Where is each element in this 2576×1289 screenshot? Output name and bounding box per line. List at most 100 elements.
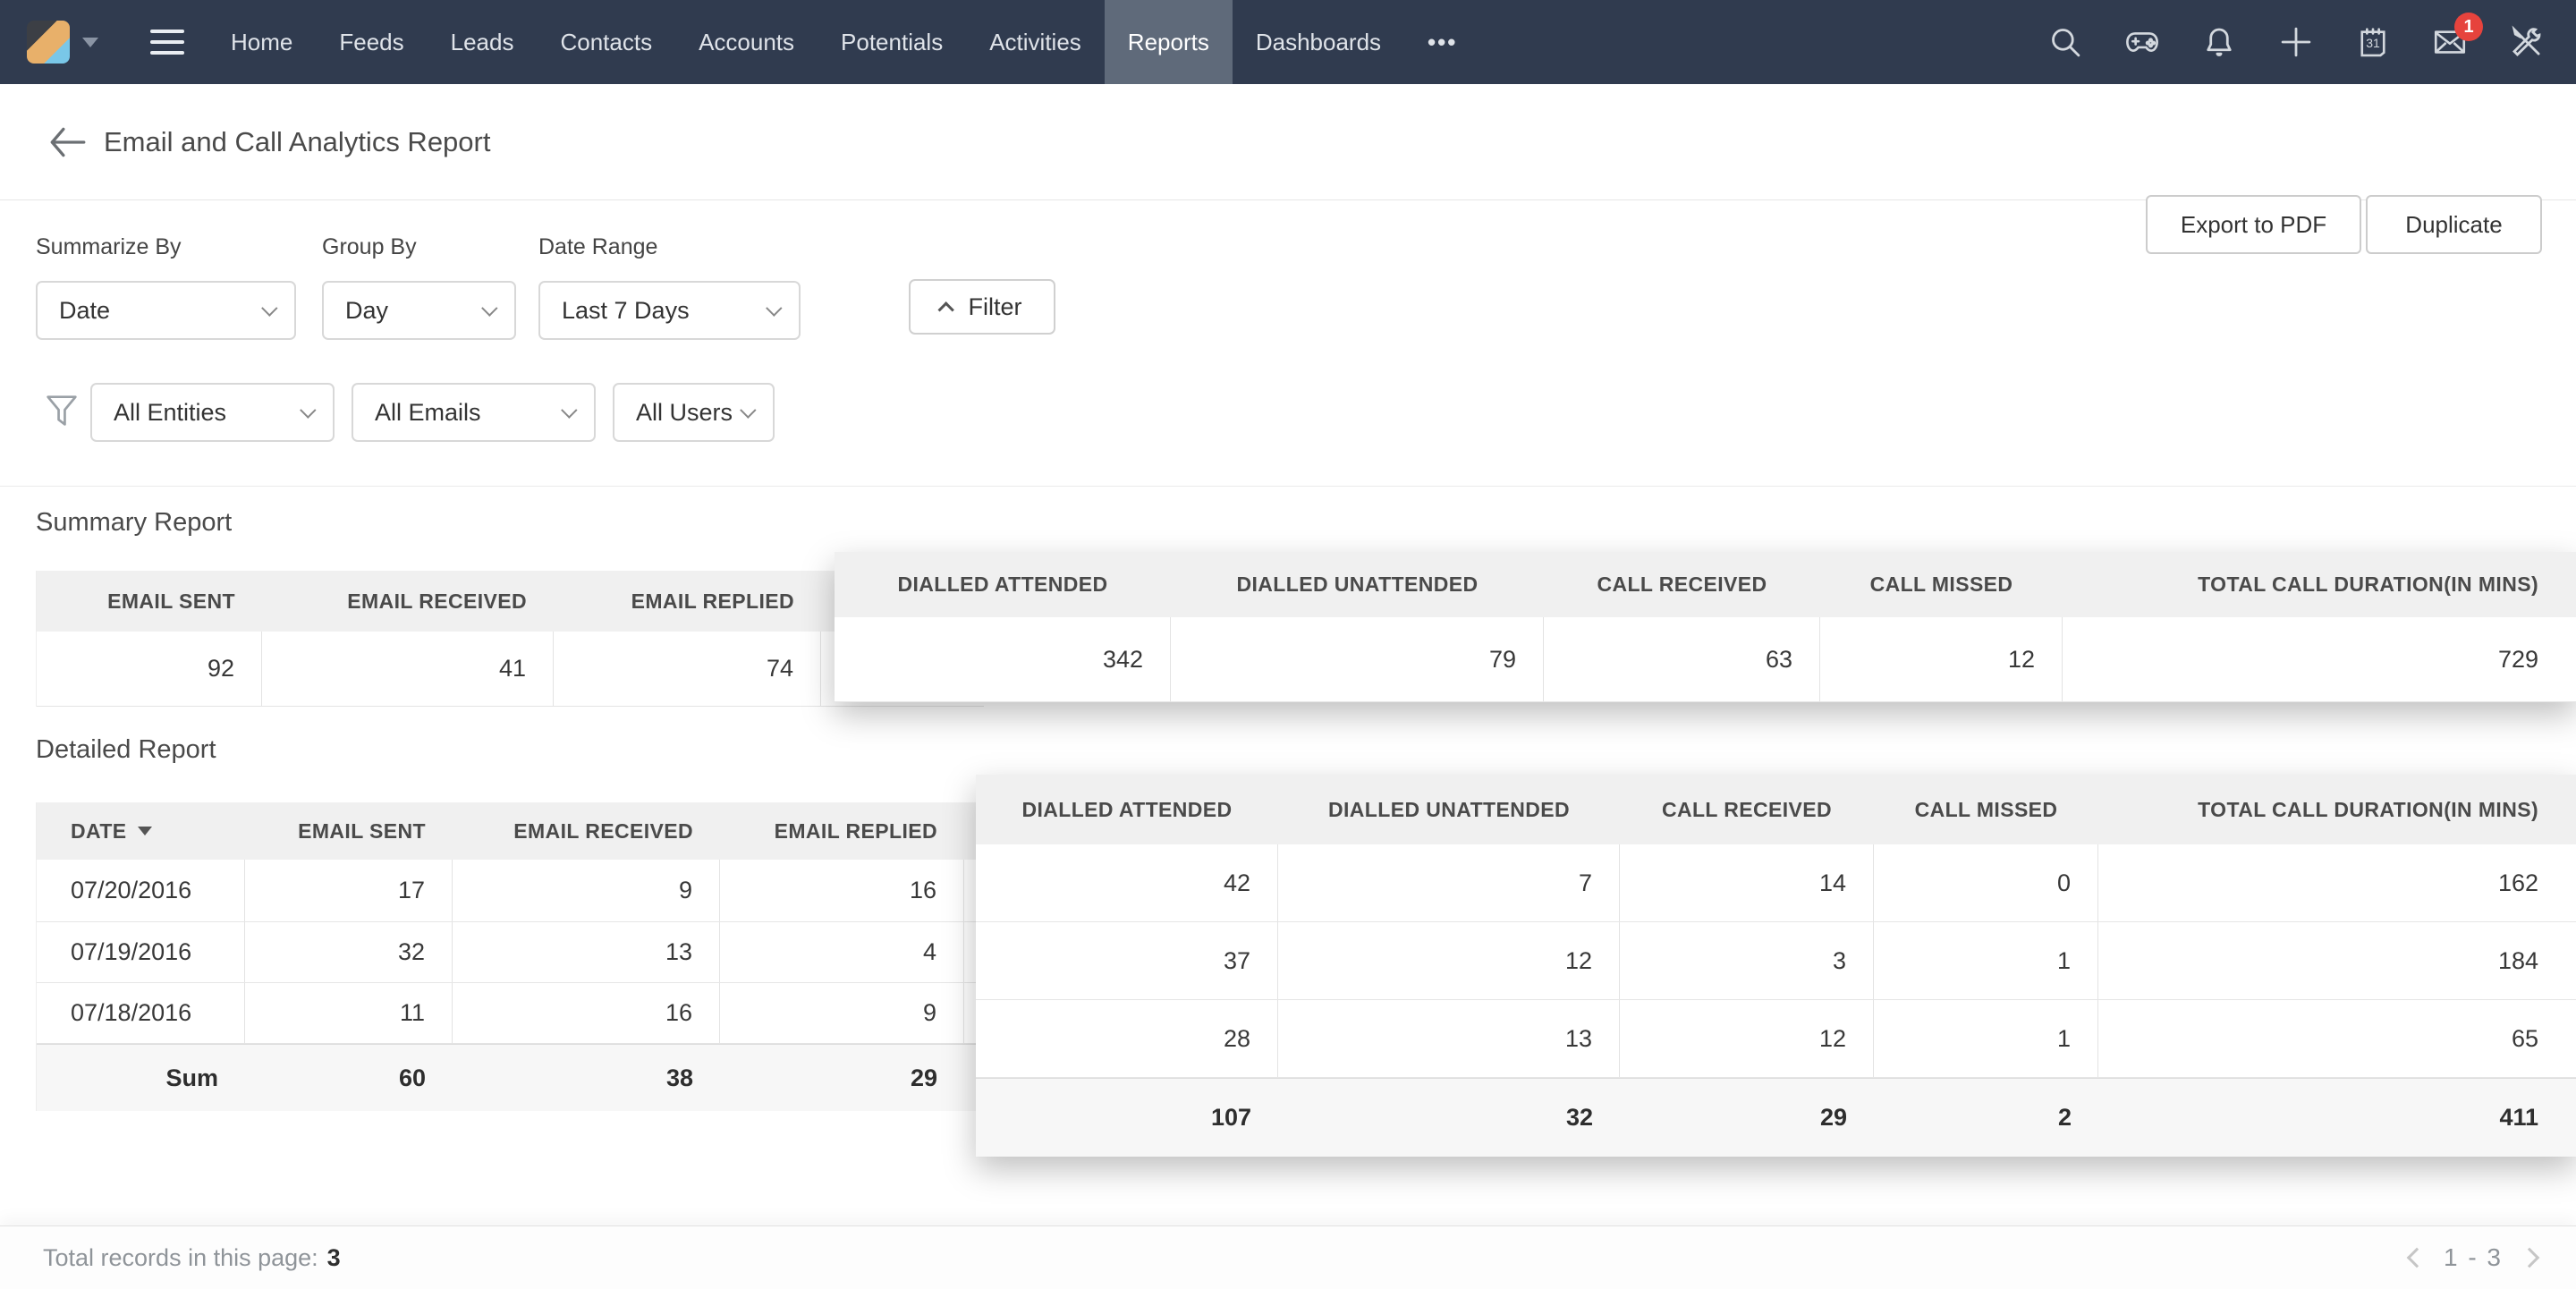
table-cell: 12 [1820, 617, 2063, 701]
app-screen: Home Feeds Leads Contacts Accounts Poten… [0, 0, 2576, 1289]
entity-filter-select[interactable]: All Entities [90, 383, 335, 442]
date-header-label: DATE [71, 819, 127, 844]
table-cell: 29 [720, 1045, 964, 1111]
nav-item-contacts[interactable]: Contacts [537, 0, 675, 84]
detailed-email-table: DATE EMAIL SENTEMAIL RECEIVEDEMAIL REPLI… [36, 802, 984, 1111]
table-cell: TOTAL CALL DURATION(IN MINS) [2063, 552, 2576, 617]
page-prev-icon[interactable] [2407, 1248, 2428, 1268]
table-cell: 16 [720, 860, 964, 921]
setup-tools-icon[interactable] [2508, 23, 2546, 61]
table-cell: 9 [453, 860, 720, 921]
hamburger-menu-icon[interactable] [150, 0, 184, 84]
table-cell: 3 [1620, 922, 1874, 999]
group-by-label: Group By [322, 234, 417, 260]
table-cell: 32 [245, 922, 453, 982]
export-to-pdf-button[interactable]: Export to PDF [2146, 195, 2361, 254]
table-cell: EMAIL SENT [37, 571, 262, 632]
table-cell: DIALLED UNATTENDED [1171, 552, 1544, 617]
gamescope-icon[interactable] [2123, 23, 2161, 61]
search-icon[interactable] [2046, 23, 2084, 61]
nav-item-more[interactable]: ••• [1404, 0, 1480, 84]
mail-badge: 1 [2454, 13, 2483, 41]
filter-toggle-button[interactable]: Filter [909, 279, 1055, 335]
table-cell: CALL MISSED [1874, 775, 2098, 844]
user-filter-value: All Users [636, 399, 733, 427]
table-cell: 63 [1544, 617, 1820, 701]
table-cell: 17 [245, 860, 453, 921]
table-cell: 32 [1278, 1079, 1620, 1157]
table-cell: CALL RECEIVED [1620, 775, 1874, 844]
table-cell: CALL RECEIVED [1544, 552, 1820, 617]
group-by-select[interactable]: Day [322, 281, 516, 340]
entity-filter-value: All Entities [114, 399, 226, 427]
table-cell: 729 [2063, 617, 2576, 701]
report-header: Email and Call Analytics Report Export t… [0, 84, 2576, 200]
summarize-by-value: Date [59, 297, 110, 325]
table-cell: 74 [554, 632, 821, 706]
page-title: Email and Call Analytics Report [104, 120, 490, 165]
table-cell: 92 [37, 632, 262, 706]
table-cell: CALL MISSED [1820, 552, 2063, 617]
pagination: 1 - 3 [2410, 1243, 2537, 1272]
summary-call-table-header: DIALLED ATTENDEDDIALLED UNATTENDEDCALL R… [835, 552, 2576, 617]
nav-item-dashboards[interactable]: Dashboards [1233, 0, 1404, 84]
table-cell: 65 [2098, 1000, 2576, 1077]
table-row: 342796312729 [835, 617, 2576, 702]
detailed-email-table-body: 07/20/201617916 07/19/201632134 07/18/20… [37, 860, 984, 1044]
nav-item-potentials[interactable]: Potentials [818, 0, 966, 84]
top-nav: Home Feeds Leads Contacts Accounts Poten… [0, 0, 2576, 84]
table-cell: EMAIL SENT [245, 802, 453, 860]
detailed-call-table-header: DIALLED ATTENDEDDIALLED UNATTENDEDCALL R… [976, 775, 2576, 844]
calendar-icon[interactable]: 31 [2354, 23, 2392, 61]
nav-icon-cluster: 31 1 [2046, 0, 2576, 84]
nav-item-activities[interactable]: Activities [966, 0, 1105, 84]
summary-report-title: Summary Report [36, 508, 232, 538]
nav-item-reports[interactable]: Reports [1105, 0, 1233, 84]
footer-bar: Total records in this page: 3 1 - 3 [0, 1225, 2576, 1289]
email-sum-row: Sum603829 [37, 1044, 984, 1111]
group-by-value: Day [345, 297, 388, 325]
table-cell: DIALLED ATTENDED [976, 775, 1278, 844]
filter-button-label: Filter [969, 293, 1022, 321]
chevron-down-icon [740, 402, 756, 418]
summary-call-table: DIALLED ATTENDEDDIALLED UNATTENDEDCALL R… [835, 552, 2576, 702]
nav-item-accounts[interactable]: Accounts [675, 0, 818, 84]
table-cell: 13 [453, 922, 720, 982]
date-column-header[interactable]: DATE [37, 802, 245, 860]
table-row: 371231184 [976, 922, 2576, 1000]
chevron-down-icon [300, 402, 316, 418]
chevron-down-icon [561, 402, 577, 418]
table-cell: 0 [1874, 844, 2098, 921]
table-cell: 12 [1278, 922, 1620, 999]
org-logo-menu[interactable] [27, 0, 98, 84]
nav-item-home[interactable]: Home [208, 0, 316, 84]
table-cell: EMAIL REPLIED [554, 571, 821, 632]
section-divider [0, 486, 2576, 487]
table-cell: EMAIL RECEIVED [262, 571, 554, 632]
total-records-label: Total records in this page: [43, 1244, 318, 1272]
user-filter-select[interactable]: All Users [613, 383, 775, 442]
back-arrow-icon[interactable] [45, 120, 89, 165]
detailed-report-title: Detailed Report [36, 735, 216, 765]
table-cell: 41 [262, 632, 554, 706]
table-cell: 2 [1874, 1079, 2098, 1157]
nav-item-leads[interactable]: Leads [428, 0, 538, 84]
add-plus-icon[interactable] [2277, 23, 2315, 61]
chevron-down-icon [261, 300, 277, 316]
table-cell: 1 [1874, 1000, 2098, 1077]
page-next-icon[interactable] [2520, 1248, 2540, 1268]
table-cell: 4 [720, 922, 964, 982]
table-row: 427140162 [976, 844, 2576, 922]
total-records-value: 3 [327, 1244, 341, 1272]
summarize-by-select[interactable]: Date [36, 281, 296, 340]
table-cell: DIALLED UNATTENDED [1278, 775, 1620, 844]
table-cell: 42 [976, 844, 1278, 921]
duplicate-button[interactable]: Duplicate [2366, 195, 2542, 254]
email-filter-select[interactable]: All Emails [352, 383, 596, 442]
date-range-select[interactable]: Last 7 Days [538, 281, 801, 340]
notifications-bell-icon[interactable] [2200, 23, 2238, 61]
mail-icon[interactable]: 1 [2431, 23, 2469, 61]
table-cell: 28 [976, 1000, 1278, 1077]
nav-item-feeds[interactable]: Feeds [316, 0, 427, 84]
chevron-down-icon [481, 300, 497, 316]
